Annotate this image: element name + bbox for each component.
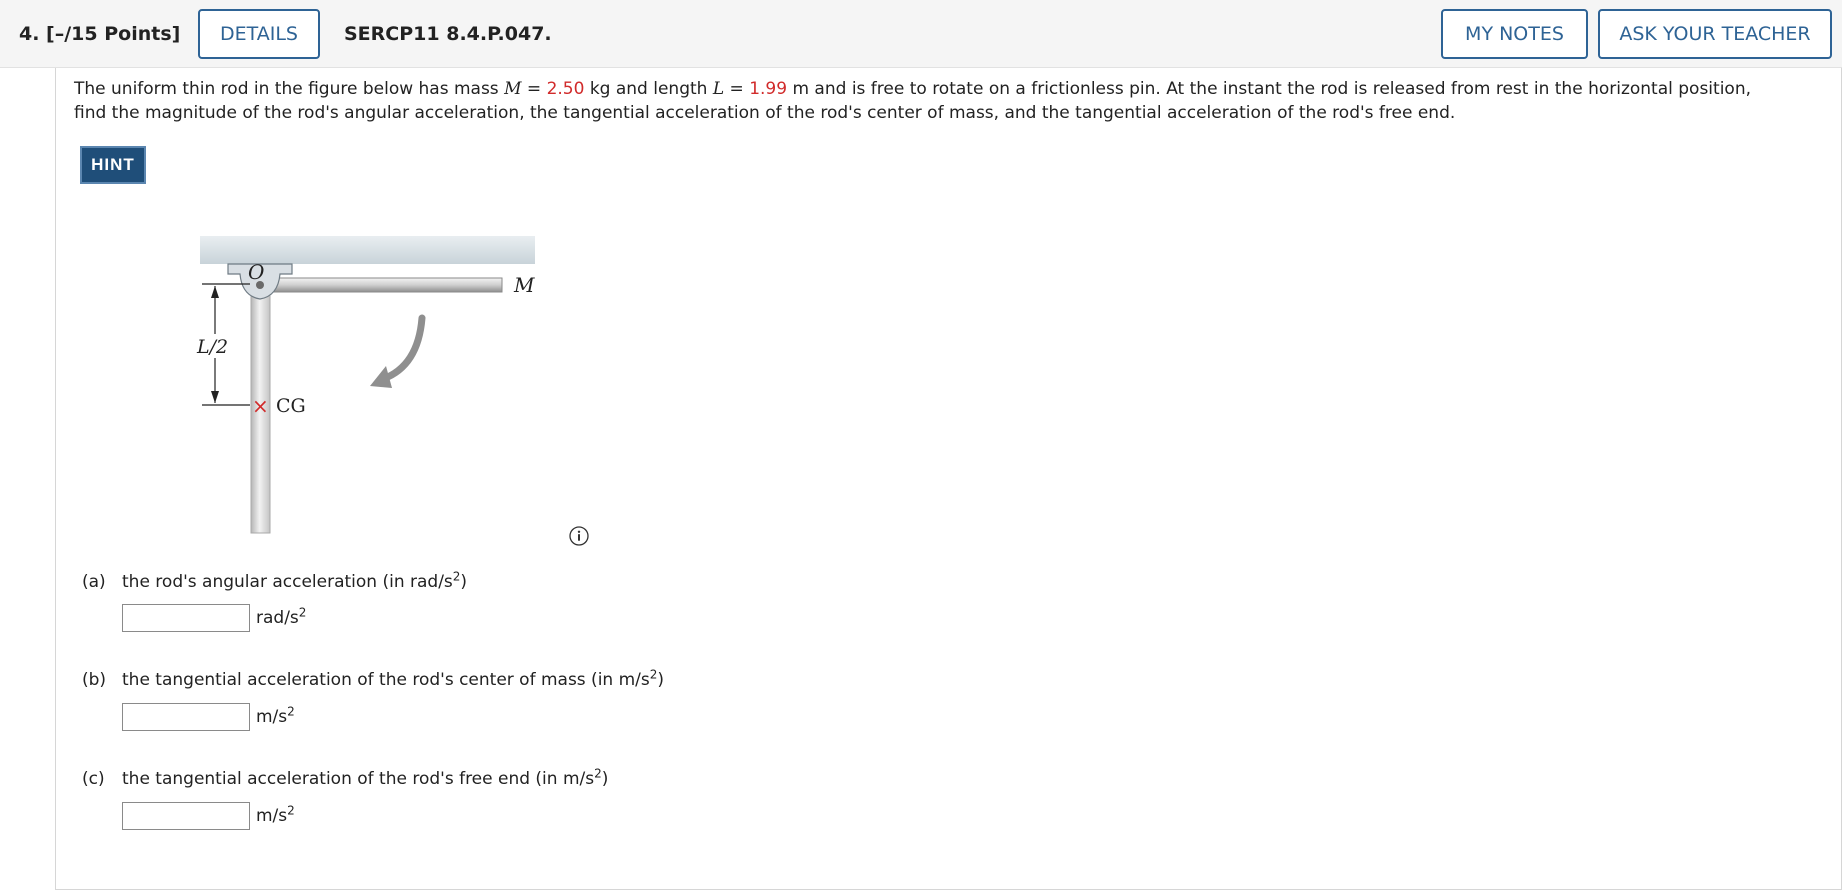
part-a-unit-text: rad/s <box>256 608 299 628</box>
problem-code: SERCP11 8.4.P.047. <box>344 23 552 45</box>
problem-text: kg and length <box>584 79 713 99</box>
ask-teacher-button[interactable]: ASK YOUR TEACHER <box>1598 9 1832 59</box>
part-c-unit-exponent: 2 <box>287 803 295 818</box>
equals-sign: = <box>724 79 750 99</box>
details-button[interactable]: DETAILS <box>198 9 320 59</box>
part-b-letter: (b) <box>82 670 107 690</box>
rod-diagram: O M L/2 × CG <box>194 236 535 534</box>
info-circle-icon[interactable] <box>568 525 590 547</box>
rod-figure: O M L/2 × CG <box>190 228 560 542</box>
part-b-unit-text: m/s <box>256 707 288 727</box>
dimension-arrow-down <box>211 391 219 403</box>
mass-variable: M <box>504 79 522 99</box>
cg-marker-icon: × <box>252 394 269 418</box>
part-b-answer-input[interactable] <box>122 703 250 731</box>
part-c-unit: m/s2 <box>256 803 295 826</box>
equals-sign: = <box>521 79 547 99</box>
half-length-label: L/2 <box>196 336 228 358</box>
part-c-question: the tangential acceleration of the rod's… <box>122 766 609 789</box>
part-a-text: the rod's angular acceleration (in rad/s <box>122 572 453 592</box>
horizontal-rod <box>259 277 503 293</box>
part-a-answer-input[interactable] <box>122 604 250 632</box>
length-variable: L <box>712 79 725 99</box>
part-a-question: the rod's angular acceleration (in rad/s… <box>122 570 468 592</box>
part-b-unit-exponent: 2 <box>287 704 295 719</box>
part-c-answer-input[interactable] <box>122 802 250 830</box>
length-value: 1.99 <box>749 79 788 99</box>
question-number: 4. [–/15 Points] <box>19 23 181 45</box>
part-a-text-close: ) <box>460 572 468 592</box>
question-header: 4. [–/15 Points] DETAILS SERCP11 8.4.P.0… <box>0 0 1842 68</box>
part-c-unit-text: m/s <box>256 806 288 826</box>
pivot-label: O <box>248 260 264 284</box>
part-a-unit-exponent: 2 <box>298 605 307 620</box>
part-b-question: the tangential acceleration of the rod's… <box>122 668 665 690</box>
mass-value: 2.50 <box>546 79 585 99</box>
dimension-arrow-up <box>211 286 219 298</box>
part-a-unit: rad/s2 <box>256 605 307 628</box>
part-c-text-exponent: 2 <box>594 766 602 781</box>
part-b-text: the tangential acceleration of the rod's… <box>122 670 650 690</box>
part-c-text-close: ) <box>601 769 609 789</box>
mass-label: M <box>513 273 535 297</box>
cg-label: CG <box>276 395 306 417</box>
problem-statement: The uniform thin rod in the figure below… <box>74 77 1774 125</box>
part-c-text: the tangential acceleration of the rod's… <box>122 769 595 789</box>
part-b-unit: m/s2 <box>256 704 295 727</box>
part-a-letter: (a) <box>82 572 106 592</box>
curved-arrow-head <box>370 366 392 388</box>
hint-button[interactable]: HINT <box>80 146 146 184</box>
problem-text: The uniform thin rod in the figure below… <box>74 79 505 99</box>
part-c-letter: (c) <box>82 769 105 789</box>
my-notes-button[interactable]: MY NOTES <box>1441 9 1588 59</box>
part-b-text-close: ) <box>657 670 665 690</box>
